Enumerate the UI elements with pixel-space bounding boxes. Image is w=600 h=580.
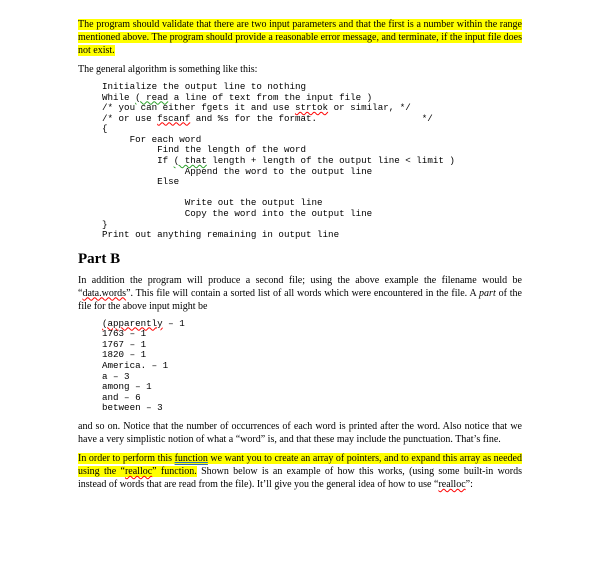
code-line: While ( read a line of text from the inp…: [102, 92, 372, 103]
spell-underline: fscanf: [157, 113, 190, 124]
function-underline: function: [175, 453, 208, 464]
algorithm-intro: The general algorithm is something like …: [78, 63, 522, 76]
code-line: Print out anything remaining in output l…: [102, 229, 339, 240]
code-line: Else: [102, 176, 179, 187]
grammar-underline: ( that: [174, 155, 207, 166]
grammar-underline: ( read: [135, 92, 168, 103]
spell-underline: (apparently: [102, 318, 163, 329]
code-line: If ( that length + length of the output …: [102, 155, 455, 166]
document-page: The program should validate that there a…: [0, 0, 600, 509]
occurrences-paragraph: and so on. Notice that the number of occ…: [78, 420, 522, 446]
italic-text: part: [479, 288, 496, 299]
code-line: {: [102, 123, 108, 134]
pseudocode-block: Initialize the output line to nothing Wh…: [102, 82, 522, 241]
list-item: 1767 – 1: [102, 339, 146, 350]
list-item: between – 3: [102, 402, 163, 413]
validation-paragraph: The program should validate that there a…: [78, 18, 522, 57]
code-line: Find the length of the word: [102, 144, 306, 155]
list-item: among – 1: [102, 381, 152, 392]
list-item: (apparently – 1: [102, 318, 185, 329]
list-item: America. – 1: [102, 360, 168, 371]
highlight-span: The program should validate that there a…: [78, 19, 522, 56]
list-item: 1763 – 1: [102, 328, 146, 339]
code-line: /* or use fscanf and %s for the format. …: [102, 113, 433, 124]
spell-underline: realloc: [125, 466, 152, 477]
list-item: 1820 – 1: [102, 349, 146, 360]
spell-underline: realloc: [438, 479, 465, 490]
part-b-heading: Part B: [78, 251, 522, 268]
code-line: Initialize the output line to nothing: [102, 81, 306, 92]
spell-underline: strtok: [295, 102, 328, 113]
code-line: /* you can either fgets it and use strto…: [102, 102, 411, 113]
code-line: }: [102, 219, 108, 230]
wordlist-block: (apparently – 1 1763 – 1 1767 – 1 1820 –…: [102, 319, 522, 414]
spell-underline: data.words: [82, 288, 126, 299]
code-line: Append the word to the output line: [102, 166, 372, 177]
code-line: Copy the word into the output line: [102, 208, 372, 219]
part-b-intro: In addition the program will produce a s…: [78, 274, 522, 313]
code-line: For each word: [102, 134, 201, 145]
list-item: a – 3: [102, 371, 130, 382]
realloc-paragraph: In order to perform this function we wan…: [78, 452, 522, 491]
code-line: Write out the output line: [102, 197, 323, 208]
list-item: and – 6: [102, 392, 141, 403]
